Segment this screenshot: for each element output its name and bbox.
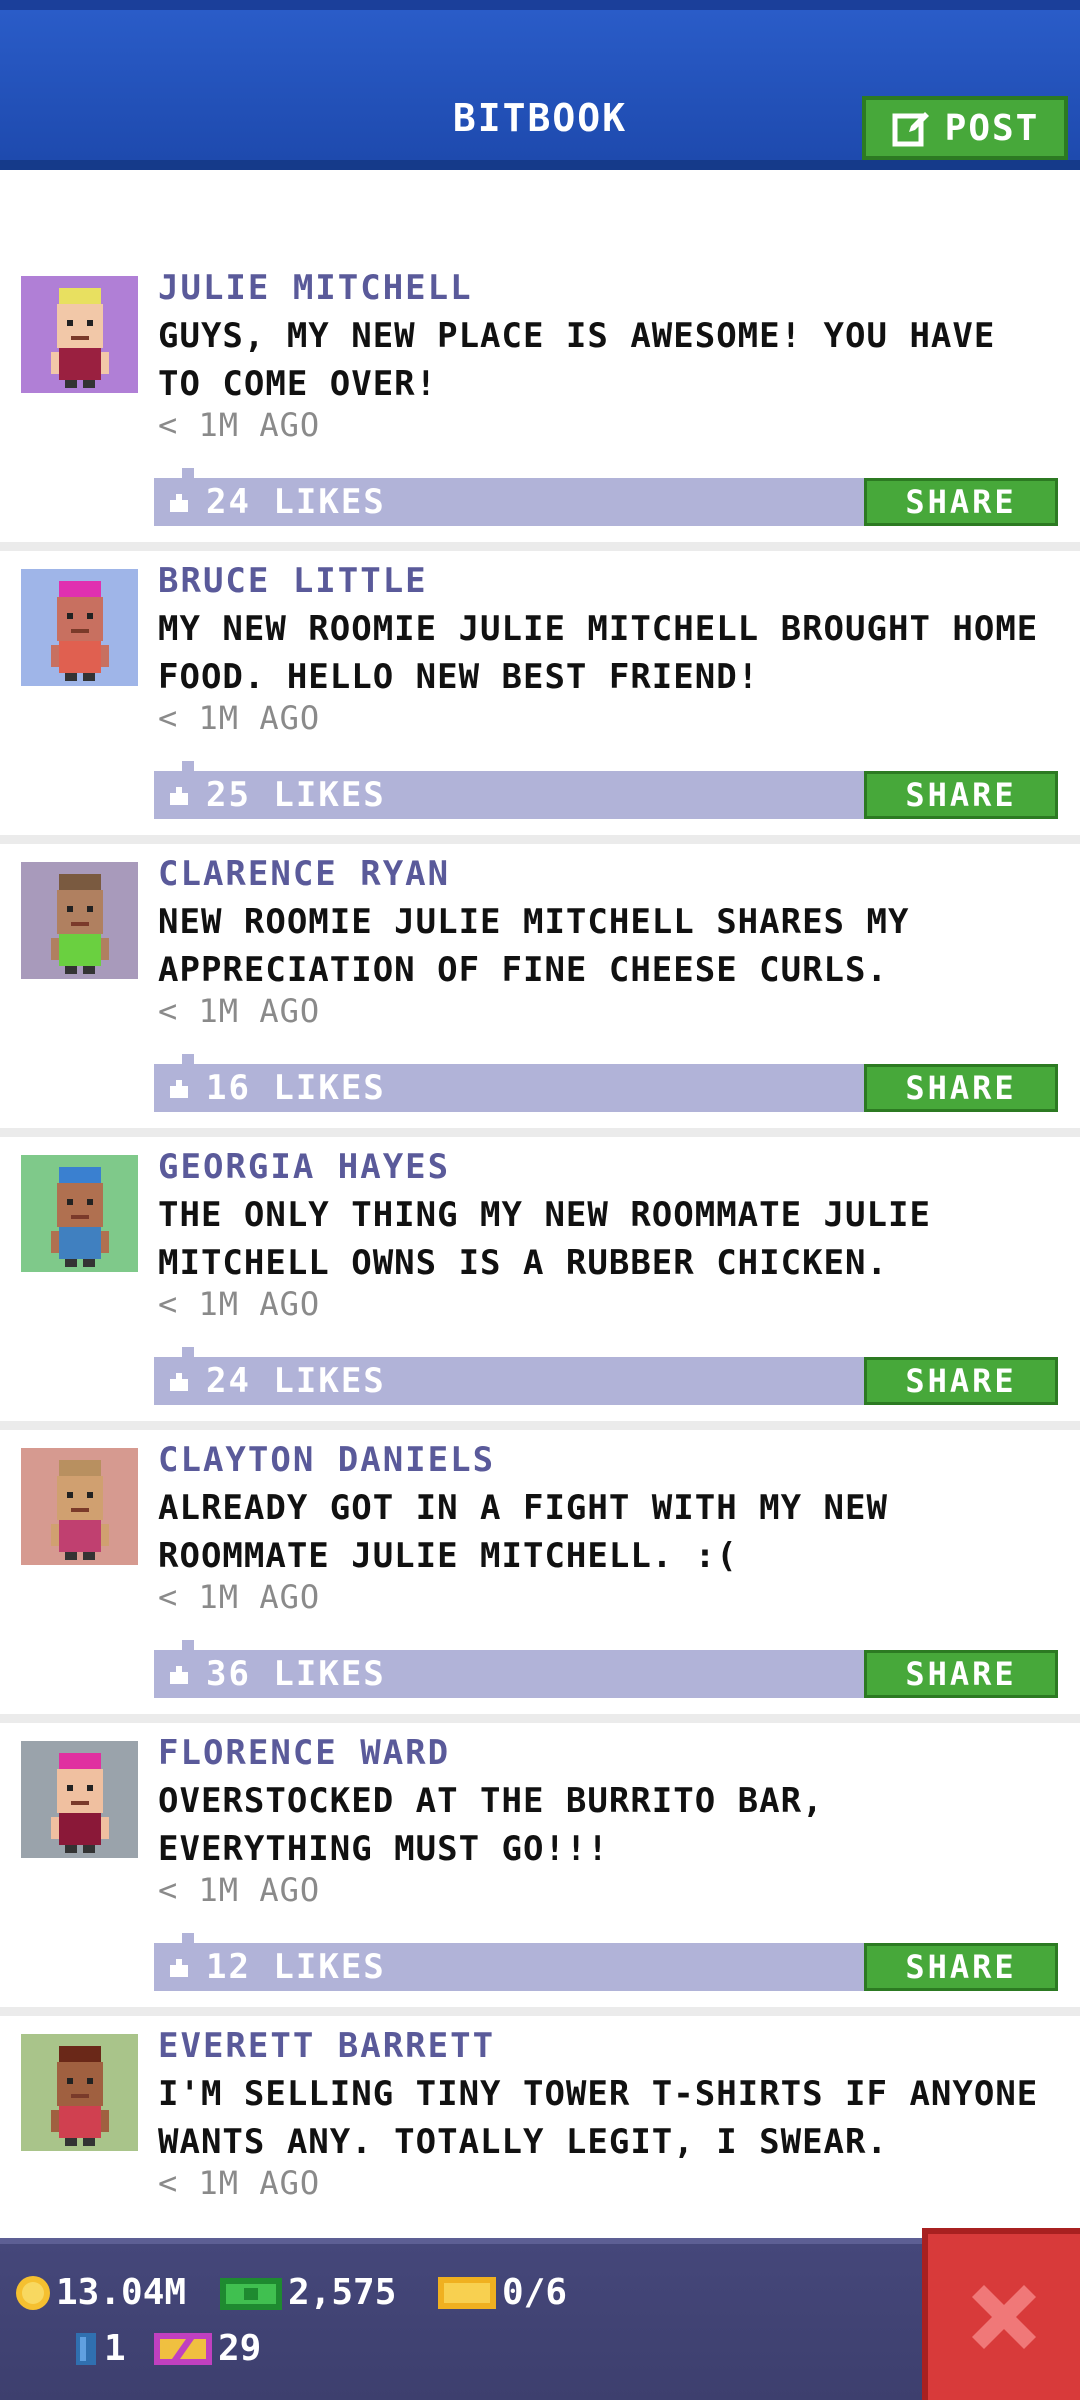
post-button-label: POST <box>944 107 1040 149</box>
likes-count: 12 LIKES <box>206 1947 386 1987</box>
feed-post: FLORENCE WARD OVERSTOCKED AT THE BURRITO… <box>0 1723 1080 2016</box>
post-message: GUYS, MY NEW PLACE IS AWESOME! YOU HAVE … <box>158 316 996 404</box>
post-timestamp: < 1M AGO <box>158 699 321 737</box>
status-bar: 13.04M 2,575 0/6 1 29 <box>0 2238 1080 2400</box>
post-timestamp: < 1M AGO <box>158 2164 321 2202</box>
avatar[interactable] <box>21 1155 138 1272</box>
post-author[interactable]: JULIE MITCHELL <box>158 268 473 308</box>
likes-count: 24 LIKES <box>206 1361 386 1401</box>
post-timestamp: < 1M AGO <box>158 992 321 1030</box>
thumbs-up-icon <box>170 1373 188 1391</box>
avatar[interactable] <box>21 1448 138 1565</box>
feed-post: JULIE MITCHELL GUYS, MY NEW PLACE IS AWE… <box>0 258 1080 551</box>
likes-bar[interactable]: 24 LIKES <box>154 468 864 526</box>
key-icon <box>76 2332 96 2365</box>
post-message: THE ONLY THING MY NEW ROOMMATE JULIE MIT… <box>158 1195 931 1283</box>
post-timestamp: < 1M AGO <box>158 406 321 444</box>
feed-post: BRUCE LITTLE MY NEW ROOMIE JULIE MITCHEL… <box>0 551 1080 844</box>
thumbs-up-icon <box>170 1666 188 1684</box>
share-button[interactable]: SHARE <box>864 771 1058 819</box>
share-button[interactable]: SHARE <box>864 1650 1058 1698</box>
bux-stat: 2,575 <box>218 2272 396 2313</box>
feed-post: CLAYTON DANIELS ALREADY GOT IN A FIGHT W… <box>0 1430 1080 1723</box>
share-button[interactable]: SHARE <box>864 478 1058 526</box>
coins-stat: 13.04M <box>14 2272 186 2313</box>
likes-bar[interactable]: 24 LIKES <box>154 1347 864 1405</box>
post-timestamp: < 1M AGO <box>158 1285 321 1323</box>
likes-count: 16 LIKES <box>206 1068 386 1108</box>
post-author[interactable]: EVERETT BARRETT <box>158 2026 495 2066</box>
post-author[interactable]: BRUCE LITTLE <box>158 561 428 601</box>
app-header: BITBOOK POST <box>0 0 1080 170</box>
tickets-stat: 0/6 <box>436 2272 567 2313</box>
post-message: NEW ROOMIE JULIE MITCHELL SHARES MY APPR… <box>158 902 910 990</box>
thumbs-up-icon <box>170 494 188 512</box>
share-button[interactable]: SHARE <box>864 1064 1058 1112</box>
avatar[interactable] <box>21 1741 138 1858</box>
likes-count: 24 LIKES <box>206 482 386 522</box>
likes-bar[interactable]: 16 LIKES <box>154 1054 864 1112</box>
thumbs-up-icon <box>170 1080 188 1098</box>
post-timestamp: < 1M AGO <box>158 1578 321 1616</box>
post-author[interactable]: GEORGIA HAYES <box>158 1147 450 1187</box>
post-message: ALREADY GOT IN A FIGHT WITH MY NEW ROOMM… <box>158 1488 888 1576</box>
close-icon <box>972 2285 1036 2349</box>
coin-icon <box>16 2275 50 2310</box>
coins-value: 13.04M <box>56 2272 187 2313</box>
close-button[interactable] <box>922 2228 1080 2400</box>
thumbs-up-icon <box>170 787 188 805</box>
edit-icon <box>892 112 929 147</box>
likes-bar[interactable]: 25 LIKES <box>154 761 864 819</box>
level-value: 29 <box>218 2328 262 2369</box>
keys-value: 1 <box>104 2328 126 2369</box>
likes-bar[interactable]: 12 LIKES <box>154 1933 864 1991</box>
likes-count: 36 LIKES <box>206 1654 386 1694</box>
tickets-value: 0/6 <box>502 2272 568 2313</box>
bux-icon <box>220 2277 282 2310</box>
bux-value: 2,575 <box>288 2272 397 2313</box>
post-author[interactable]: CLARENCE RYAN <box>158 854 450 894</box>
avatar[interactable] <box>21 276 138 393</box>
post-message: I'M SELLING TINY TOWER T-SHIRTS IF ANYON… <box>158 2074 1039 2162</box>
feed-list: JULIE MITCHELL GUYS, MY NEW PLACE IS AWE… <box>0 258 1080 2309</box>
post-button[interactable]: POST <box>862 96 1068 160</box>
feed-post: GEORGIA HAYES THE ONLY THING MY NEW ROOM… <box>0 1137 1080 1430</box>
post-author[interactable]: CLAYTON DANIELS <box>158 1440 495 1480</box>
feed-post: CLARENCE RYAN NEW ROOMIE JULIE MITCHELL … <box>0 844 1080 1137</box>
post-message: OVERSTOCKED AT THE BURRITO BAR, EVERYTHI… <box>158 1781 824 1869</box>
likes-count: 25 LIKES <box>206 775 386 815</box>
keys-stat: 1 <box>72 2328 126 2369</box>
thumbs-up-icon <box>170 1959 188 1977</box>
share-button[interactable]: SHARE <box>864 1943 1058 1991</box>
post-timestamp: < 1M AGO <box>158 1871 321 1909</box>
likes-bar[interactable]: 36 LIKES <box>154 1640 864 1698</box>
level-icon <box>154 2332 212 2365</box>
level-stat: 29 <box>152 2328 261 2369</box>
avatar[interactable] <box>21 862 138 979</box>
avatar[interactable] <box>21 569 138 686</box>
ticket-icon <box>438 2276 496 2309</box>
share-button[interactable]: SHARE <box>864 1357 1058 1405</box>
avatar[interactable] <box>21 2034 138 2151</box>
post-author[interactable]: FLORENCE WARD <box>158 1733 450 1773</box>
post-message: MY NEW ROOMIE JULIE MITCHELL BROUGHT HOM… <box>158 609 1039 697</box>
